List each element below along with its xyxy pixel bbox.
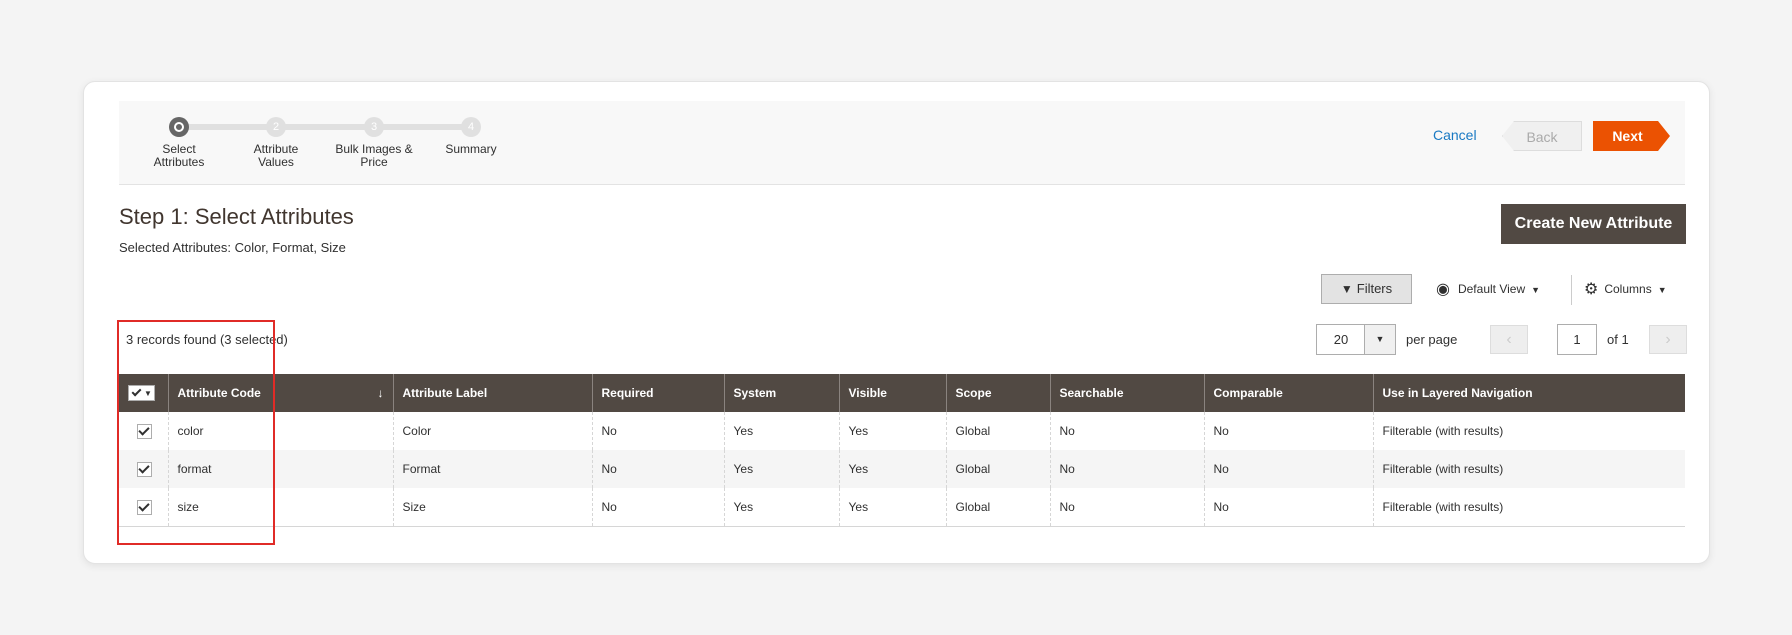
- row-checkbox-cell[interactable]: [119, 450, 168, 488]
- chevron-down-icon: ▼: [1657, 285, 1667, 295]
- columns-dropdown[interactable]: ⚙ Columns ▼: [1584, 279, 1667, 299]
- cell-searchable: No: [1049, 450, 1204, 488]
- cell-comparable: No: [1203, 450, 1373, 488]
- cell-layered-navigation: Filterable (with results): [1372, 488, 1685, 527]
- row-checkbox[interactable]: [137, 423, 152, 439]
- column-header-scope[interactable]: Scope: [945, 374, 1050, 412]
- page-number-input[interactable]: 1: [1557, 324, 1597, 355]
- eye-icon: ◉: [1436, 281, 1450, 298]
- back-button[interactable]: Back: [1502, 121, 1582, 151]
- cell-visible: Yes: [838, 450, 946, 488]
- step-2-label[interactable]: Attribute Values: [246, 143, 306, 169]
- column-label: Attribute Code: [177, 386, 261, 400]
- cell-visible: Yes: [838, 412, 946, 450]
- cell-searchable: No: [1049, 412, 1204, 450]
- table-row[interactable]: format Format No Yes Yes Global No No Fi…: [119, 450, 1685, 488]
- per-page-select[interactable]: 20 ▼: [1316, 324, 1396, 355]
- step-1-dot[interactable]: [169, 117, 189, 137]
- chevron-down-icon: ▼: [144, 388, 152, 398]
- steps-progress-line: [178, 124, 470, 130]
- row-checkbox-cell[interactable]: [119, 412, 168, 450]
- cell-visible: Yes: [838, 488, 946, 527]
- cell-required: No: [591, 488, 724, 527]
- create-new-attribute-button[interactable]: Create New Attribute: [1501, 204, 1686, 244]
- cell-scope: Global: [945, 412, 1050, 450]
- next-page-button[interactable]: ›: [1649, 325, 1687, 354]
- row-checkbox-cell[interactable]: [119, 488, 168, 527]
- column-header-required[interactable]: Required: [591, 374, 724, 412]
- cell-attribute-label: Format: [392, 450, 592, 488]
- page-count-text: of 1: [1607, 332, 1629, 347]
- cell-required: No: [591, 450, 724, 488]
- toolbar-divider: [1571, 275, 1572, 305]
- cell-searchable: No: [1049, 488, 1204, 527]
- row-checkbox[interactable]: [137, 499, 152, 515]
- cell-system: Yes: [723, 412, 839, 450]
- sort-arrow-icon: ↓: [377, 386, 384, 400]
- cell-scope: Global: [945, 488, 1050, 527]
- step-3-label[interactable]: Bulk Images & Price: [329, 143, 419, 169]
- column-header-visible[interactable]: Visible: [838, 374, 946, 412]
- funnel-icon: ▼: [1340, 282, 1353, 296]
- column-header-system[interactable]: System: [723, 374, 839, 412]
- mass-select-checkbox[interactable]: ▼: [128, 385, 155, 401]
- table-header-row: ▼ Attribute Code ↓ Attribute Label Requir…: [119, 374, 1685, 412]
- chevron-down-icon[interactable]: ▼: [1364, 325, 1395, 354]
- view-label: Default View: [1457, 282, 1526, 296]
- column-header-comparable[interactable]: Comparable: [1203, 374, 1373, 412]
- cell-attribute-code: color: [167, 412, 393, 450]
- checkmark-icon: [131, 388, 141, 398]
- cell-system: Yes: [723, 488, 839, 527]
- row-checkbox[interactable]: [137, 461, 152, 477]
- step-4-dot[interactable]: 4: [461, 117, 481, 137]
- gear-icon: ⚙: [1584, 281, 1599, 298]
- column-header-attribute-code[interactable]: Attribute Code ↓: [167, 374, 393, 412]
- per-page-label: per page: [1406, 332, 1458, 347]
- cell-attribute-label: Color: [392, 412, 592, 450]
- table-row[interactable]: size Size No Yes Yes Global No No Filter…: [119, 488, 1685, 527]
- table-row[interactable]: color Color No Yes Yes Global No No Filt…: [119, 412, 1685, 450]
- mass-select-header[interactable]: ▼: [119, 374, 168, 412]
- column-header-searchable[interactable]: Searchable: [1049, 374, 1204, 412]
- cell-attribute-code: size: [167, 488, 393, 527]
- step-2-dot[interactable]: 2: [266, 117, 286, 137]
- default-view-dropdown[interactable]: ◉ Default View ▼: [1436, 279, 1540, 299]
- attributes-table: ▼ Attribute Code ↓ Attribute Label Requir…: [119, 374, 1685, 527]
- previous-page-button[interactable]: ‹: [1490, 325, 1528, 354]
- cell-system: Yes: [723, 450, 839, 488]
- page-title: Step 1: Select Attributes: [119, 204, 354, 229]
- selected-attributes-text: Selected Attributes: Color, Format, Size: [119, 240, 346, 255]
- step-3-dot[interactable]: 3: [364, 117, 384, 137]
- columns-label: Columns: [1604, 282, 1652, 296]
- column-header-attribute-label[interactable]: Attribute Label: [392, 374, 592, 412]
- cell-comparable: No: [1203, 412, 1373, 450]
- cell-attribute-code: format: [167, 450, 393, 488]
- step-1-label[interactable]: Select Attributes: [149, 143, 209, 169]
- records-found-text: 3 records found (3 selected): [126, 332, 288, 347]
- cell-comparable: No: [1203, 488, 1373, 527]
- cell-required: No: [591, 412, 724, 450]
- chevron-down-icon: ▼: [1531, 285, 1541, 295]
- next-button[interactable]: Next: [1593, 121, 1670, 151]
- cell-attribute-label: Size: [392, 488, 592, 527]
- cell-layered-navigation: Filterable (with results): [1372, 450, 1685, 488]
- cell-layered-navigation: Filterable (with results): [1372, 412, 1685, 450]
- per-page-value: 20: [1333, 332, 1349, 347]
- cell-scope: Global: [945, 450, 1050, 488]
- filters-button[interactable]: ▼ Filters: [1321, 274, 1412, 304]
- cancel-button[interactable]: Cancel: [1433, 127, 1477, 143]
- column-header-layered-navigation[interactable]: Use in Layered Navigation: [1372, 374, 1685, 412]
- step-4-label[interactable]: Summary: [416, 143, 526, 156]
- filters-label: Filters: [1356, 281, 1393, 296]
